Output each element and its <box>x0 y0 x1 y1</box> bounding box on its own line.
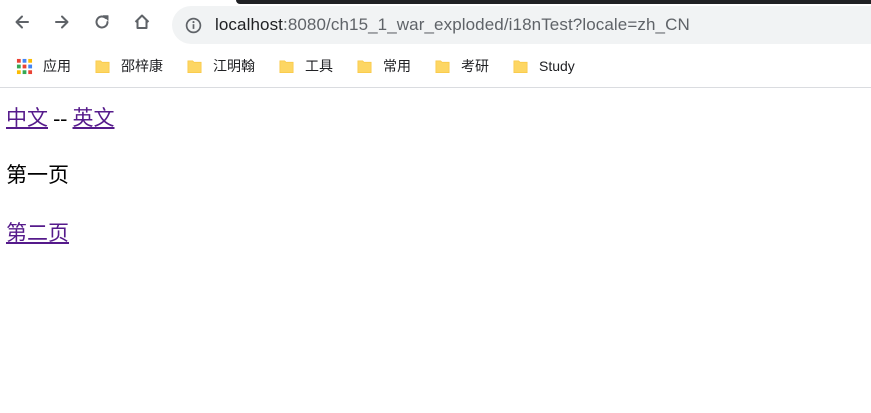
bookmark-folder-kaoyan[interactable]: 考研 <box>433 52 489 80</box>
bookmark-label: 常用 <box>383 58 411 74</box>
browser-toolbar: localhost:8080/ch15_1_war_exploded/i18nT… <box>0 4 871 44</box>
folder-icon <box>277 57 295 75</box>
separator-text: -- <box>53 106 68 130</box>
home-icon <box>132 12 152 36</box>
chinese-link[interactable]: 中文 <box>6 106 48 130</box>
folder-icon <box>355 57 373 75</box>
folder-icon <box>93 57 111 75</box>
url-path: :8080/ch15_1_war_exploded/i18nTest?local… <box>283 15 690 34</box>
bookmark-label: 邵梓康 <box>121 58 163 74</box>
info-icon[interactable] <box>184 16 202 34</box>
browser-chrome: localhost:8080/ch15_1_war_exploded/i18nT… <box>0 0 871 88</box>
page-two-link-wrapper: 第二页 <box>6 217 69 247</box>
folder-icon <box>511 57 529 75</box>
english-link[interactable]: 英文 <box>73 106 115 130</box>
bookmark-label: 应用 <box>43 58 71 74</box>
bookmark-label: Study <box>539 58 575 74</box>
bookmark-label: 江明翰 <box>213 58 255 74</box>
folder-icon <box>433 57 451 75</box>
bookmark-folder-study[interactable]: Study <box>511 52 575 80</box>
url-text[interactable]: localhost:8080/ch15_1_war_exploded/i18nT… <box>215 15 690 35</box>
apps-grid-icon <box>15 57 33 75</box>
bookmark-apps[interactable]: 应用 <box>15 52 71 80</box>
page-label: 第一页 <box>6 163 69 187</box>
address-bar[interactable]: localhost:8080/ch15_1_war_exploded/i18nT… <box>172 6 871 44</box>
page-two-link[interactable]: 第二页 <box>6 221 69 245</box>
arrow-right-icon <box>52 12 72 36</box>
reload-button[interactable] <box>86 8 118 40</box>
bookmarks-bar: 应用 邵梓康 江明翰 工具 常用 考研 Study <box>0 52 871 80</box>
arrow-left-icon <box>12 12 32 36</box>
back-button[interactable] <box>6 8 38 40</box>
bookmark-label: 工具 <box>305 58 333 74</box>
bookmark-folder-shao[interactable]: 邵梓康 <box>93 52 163 80</box>
bookmark-folder-jiang[interactable]: 江明翰 <box>185 52 255 80</box>
language-switcher: 中文 -- 英文 <box>6 102 115 132</box>
page-content: 中文 -- 英文 第一页 第二页 <box>0 88 871 413</box>
bookmark-label: 考研 <box>461 58 489 74</box>
bookmark-folder-tools[interactable]: 工具 <box>277 52 333 80</box>
bookmark-folder-common[interactable]: 常用 <box>355 52 411 80</box>
reload-icon <box>92 12 112 36</box>
folder-icon <box>185 57 203 75</box>
home-button[interactable] <box>126 8 158 40</box>
forward-button[interactable] <box>46 8 78 40</box>
url-host: localhost <box>215 15 283 34</box>
